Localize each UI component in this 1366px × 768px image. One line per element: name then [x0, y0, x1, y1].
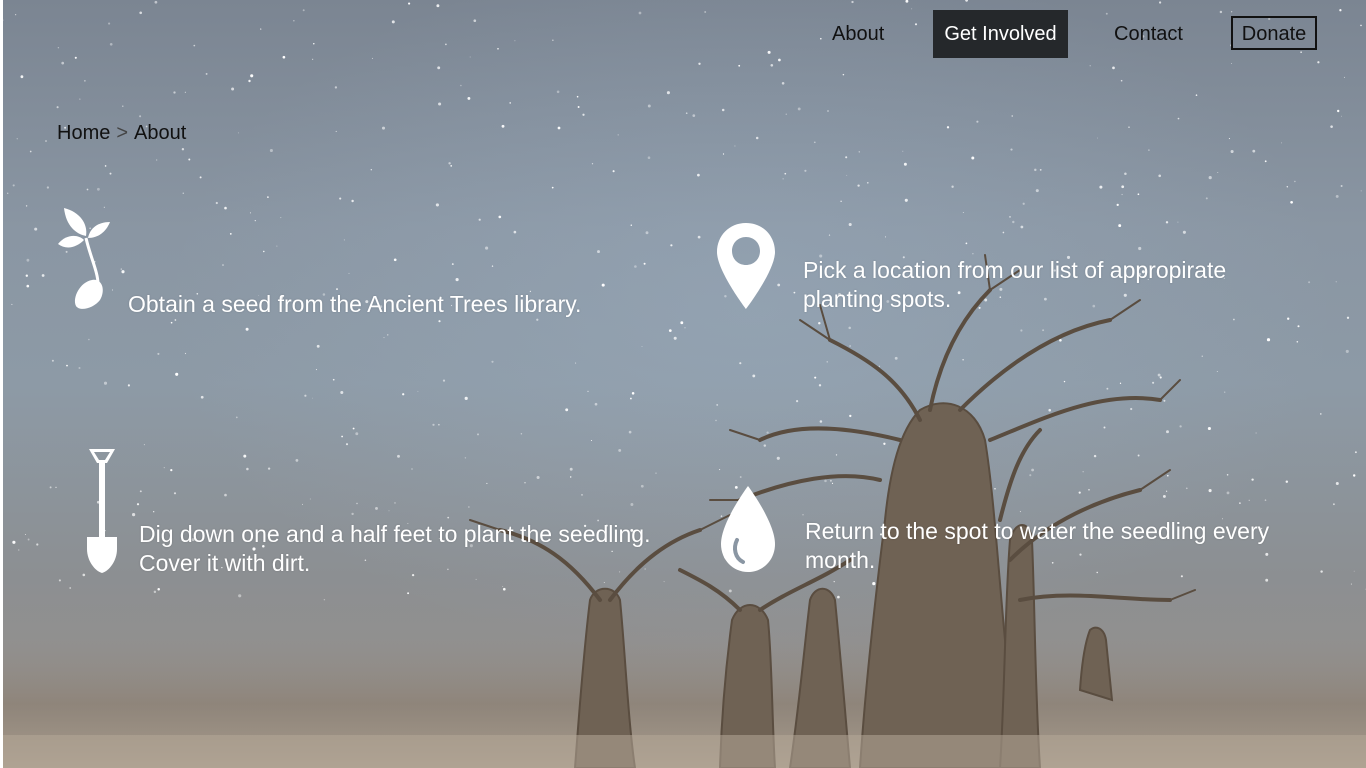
step-4-text: Return to the spot to water the seedling… [805, 518, 1270, 573]
background-image [0, 0, 1366, 768]
step-1-text: Obtain a seed from the Ancient Trees lib… [128, 291, 582, 317]
donate-button[interactable]: Donate [1231, 16, 1317, 50]
step-3-text: Dig down one and a half feet to plant th… [139, 521, 651, 576]
map-pin-icon [717, 223, 775, 309]
left-edge [0, 0, 3, 768]
page: About Get Involved Contact Donate Home > A… [0, 0, 1366, 768]
shovel-icon [87, 449, 117, 573]
nav-about-link[interactable]: About [822, 10, 894, 58]
breadcrumb-home-link[interactable]: Home [57, 122, 110, 144]
seedling-icon [58, 208, 110, 309]
breadcrumb: Home > About [57, 122, 186, 145]
breadcrumb-separator: > [116, 122, 129, 144]
breadcrumb-current: About [134, 122, 187, 144]
nav-contact-link[interactable]: Contact [1104, 10, 1193, 58]
step-2-text: Pick a location from our list of appropi… [803, 257, 1227, 312]
water-drop-icon [721, 486, 775, 572]
nav-get-involved-link[interactable]: Get Involved [933, 10, 1068, 58]
